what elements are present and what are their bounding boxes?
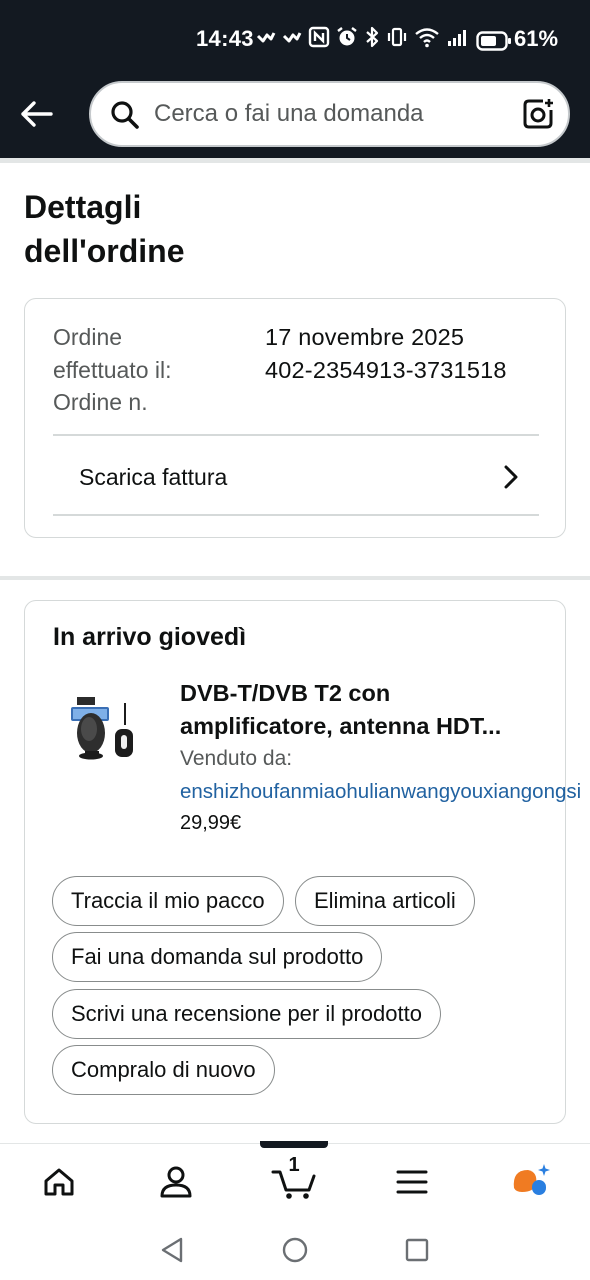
system-recents-button[interactable]: [402, 1235, 432, 1265]
product-image[interactable]: [69, 693, 141, 763]
order-labels: Ordine effettuato il: Ordine n.: [53, 321, 253, 419]
back-triangle-icon: [161, 1237, 183, 1263]
order-number-label: Ordine n.: [53, 389, 148, 415]
seller-link[interactable]: enshizhoufanmiaohulianwangyouxiangongsi: [180, 780, 581, 804]
page-title-line1: Dettagli: [24, 189, 142, 225]
hiker-app-icon: [282, 32, 302, 43]
order-date-label-line1: Ordine: [53, 324, 123, 350]
search-input[interactable]: [154, 94, 494, 134]
alarm-icon: [337, 27, 357, 46]
back-button[interactable]: [14, 92, 58, 136]
track-package-button[interactable]: Traccia il mio pacco: [52, 876, 284, 926]
download-invoice-row[interactable]: Scarica fattura: [53, 439, 539, 515]
page-title-line2: dell'ordine: [24, 233, 185, 269]
header-divider: [0, 158, 590, 163]
buy-again-button[interactable]: Compralo di nuovo: [52, 1045, 275, 1095]
tab-home[interactable]: [29, 1160, 89, 1204]
app-header: [0, 80, 590, 158]
cart-count: 1: [288, 1154, 300, 1176]
battery-icon: [476, 31, 511, 51]
product-title-line2: amplificatore, antenna HDT...: [180, 713, 502, 739]
signal-icon: [448, 30, 466, 46]
tab-account[interactable]: [146, 1160, 206, 1204]
status-time: 14:43: [196, 26, 254, 51]
write-review-button[interactable]: Scrivi una recensione per il prodotto: [52, 989, 441, 1039]
product-title-line1: DVB-T/DVB T2 con: [180, 680, 391, 706]
chevron-right-icon: [504, 465, 518, 489]
account-icon: [160, 1166, 192, 1198]
active-tab-indicator: [260, 1141, 328, 1148]
tab-rufus[interactable]: [500, 1160, 560, 1204]
recents-square-icon: [405, 1238, 429, 1262]
order-summary-card: Ordine effettuato il: Ordine n. 17 novem…: [24, 298, 566, 538]
tab-cart[interactable]: 1: [264, 1154, 324, 1204]
wifi-icon: [415, 28, 439, 48]
system-home-button[interactable]: [280, 1235, 310, 1265]
search-bar[interactable]: [89, 81, 570, 147]
download-invoice-label: Scarica fattura: [79, 463, 228, 490]
rufus-ai-icon: [513, 1164, 550, 1195]
bottom-tab-bar: 1: [0, 1141, 590, 1217]
home-circle-icon: [282, 1237, 308, 1263]
home-icon: [44, 1168, 74, 1196]
page-title: Dettagli dell'ordine: [24, 185, 324, 273]
sold-by-label: Venduto da:: [180, 747, 293, 770]
bluetooth-icon: [366, 26, 379, 48]
order-values: 17 novembre 2025 402-2354913-3731518: [265, 321, 507, 386]
camera-search-icon[interactable]: [521, 97, 555, 131]
system-back-button[interactable]: [157, 1235, 187, 1265]
arrow-left-icon: [21, 101, 53, 127]
product-price: 29,99€: [180, 812, 242, 834]
battery-percent: 61%: [514, 26, 559, 51]
status-bar: 14:43 61%: [0, 0, 590, 80]
nfc-icon: [308, 26, 330, 48]
arrival-status: In arrivo giovedì: [53, 623, 247, 651]
section-separator: [0, 576, 590, 580]
order-date-label-line2: effettuato il:: [53, 356, 172, 383]
delete-items-button[interactable]: Elimina articoli: [295, 876, 475, 926]
shipment-card: In arrivo giovedì DVB-T/DVB T2 con ampli…: [24, 600, 581, 1124]
menu-icon: [396, 1170, 428, 1194]
divider: [53, 434, 539, 436]
product-title[interactable]: DVB-T/DVB T2 con amplificatore, antenna …: [180, 677, 550, 743]
tab-menu[interactable]: [382, 1160, 442, 1204]
hiker-app-icon: [256, 32, 276, 43]
ask-product-question-button[interactable]: Fai una domanda sul prodotto: [52, 932, 383, 982]
status-icons: [256, 26, 470, 48]
order-number-value: 402-2354913-3731518: [265, 356, 507, 383]
vibrate-icon: [387, 27, 407, 47]
divider: [53, 514, 539, 516]
system-nav-bar: [0, 1217, 590, 1280]
search-icon: [111, 101, 139, 129]
order-date-value: 17 novembre 2025: [265, 324, 465, 350]
